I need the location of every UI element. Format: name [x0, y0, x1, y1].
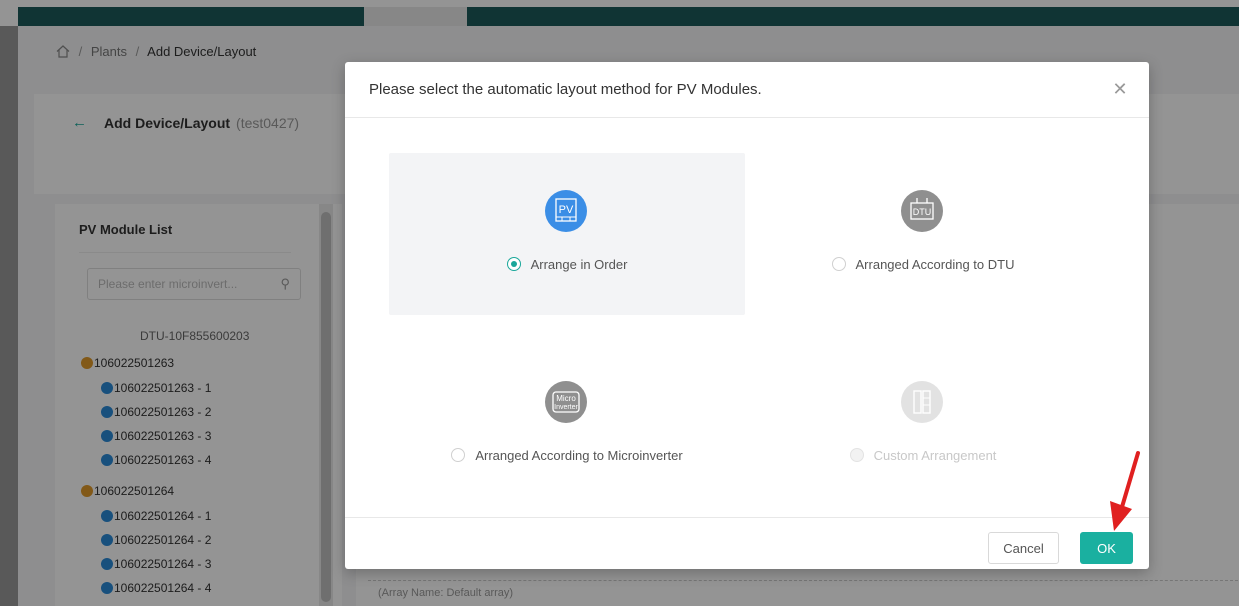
cancel-button[interactable]: Cancel	[988, 532, 1059, 564]
option-custom-arrangement: Custom Arrangement	[745, 344, 1101, 506]
option-arrange-by-dtu[interactable]: DTU Arranged According to DTU	[745, 153, 1101, 315]
option-arrange-by-microinverter[interactable]: Micro Inverter Arranged According to Mic…	[389, 344, 745, 506]
dialog-header: Please select the automatic layout metho…	[345, 62, 1149, 118]
option-label: Arranged According to DTU	[745, 257, 1101, 272]
dialog-footer: Cancel OK	[345, 517, 1149, 569]
radio-unselected[interactable]	[451, 448, 466, 462]
option-label: Arrange in Order	[389, 257, 745, 272]
close-icon[interactable]: ✕	[1109, 78, 1131, 100]
custom-layout-icon	[901, 381, 943, 423]
dialog-title: Please select the automatic layout metho…	[369, 81, 762, 98]
radio-selected[interactable]	[506, 257, 521, 271]
option-arrange-in-order[interactable]: PV Arrange in Order	[389, 153, 745, 315]
option-label-text: Arrange in Order	[530, 257, 628, 272]
dtu-icon: DTU	[901, 190, 943, 232]
svg-text:Inverter: Inverter	[554, 404, 578, 411]
option-label-text: Arranged According to Microinverter	[475, 448, 683, 463]
svg-text:DTU: DTU	[913, 207, 932, 217]
svg-text:Micro: Micro	[556, 394, 576, 403]
option-label-text: Custom Arrangement	[873, 448, 997, 463]
microinverter-icon: Micro Inverter	[545, 381, 587, 423]
option-label: Custom Arrangement	[745, 448, 1101, 463]
radio-disabled	[849, 448, 864, 462]
option-label-text: Arranged According to DTU	[855, 257, 1015, 272]
option-label: Arranged According to Microinverter	[389, 448, 745, 463]
svg-text:PV: PV	[559, 204, 574, 216]
ok-button[interactable]: OK	[1080, 532, 1133, 564]
radio-unselected[interactable]	[831, 257, 846, 271]
pv-panel-icon: PV	[545, 190, 587, 232]
layout-method-dialog: Please select the automatic layout metho…	[345, 62, 1149, 569]
annotation-arrow-icon	[1110, 451, 1140, 531]
